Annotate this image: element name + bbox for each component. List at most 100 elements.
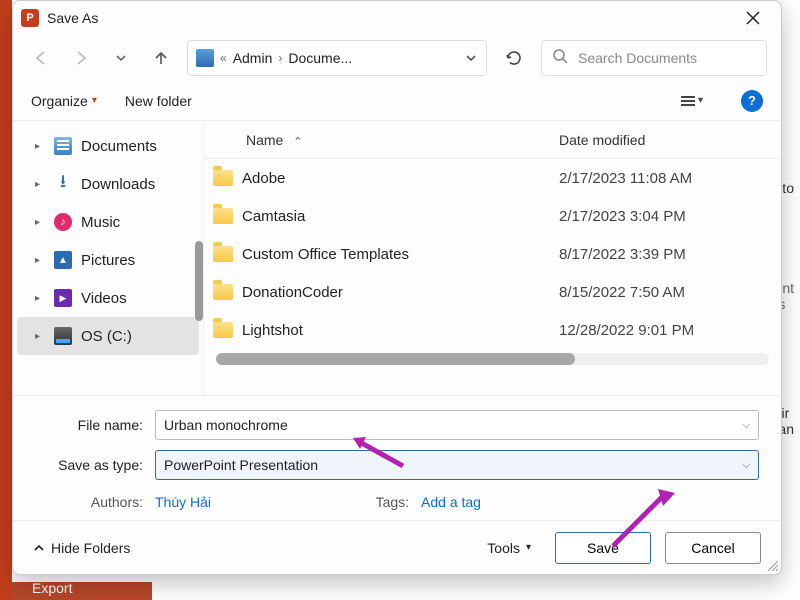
file-row[interactable]: Camtasia 2/17/2023 3:04 PM [204, 197, 781, 235]
close-button[interactable] [733, 3, 773, 33]
new-folder-button[interactable]: New folder [125, 93, 192, 109]
scrollbar-thumb[interactable] [216, 353, 575, 365]
resize-grip-icon[interactable] [766, 559, 778, 571]
sort-asc-icon: ⌃ [293, 136, 302, 148]
breadcrumb-segment[interactable]: Admin [233, 50, 273, 66]
sidebar-item-music[interactable]: ▸ ♪ Music [17, 203, 199, 241]
expand-caret-icon[interactable]: ▸ [35, 331, 45, 342]
arrow-left-icon [32, 49, 50, 67]
drive-icon [196, 49, 214, 67]
refresh-button[interactable] [499, 43, 529, 73]
hide-folders-label: Hide Folders [51, 540, 130, 556]
sidebar-item-downloads[interactable]: ▸ ⭳ Downloads [17, 165, 199, 203]
savetype-dropdown[interactable]: PowerPoint Presentation ⌵ [155, 450, 759, 480]
close-icon [746, 11, 760, 25]
caret-down-icon: ▾ [92, 95, 97, 106]
file-row[interactable]: Lightshot 12/28/2022 9:01 PM [204, 311, 781, 349]
help-button[interactable]: ? [741, 90, 763, 112]
app-sidebar-strip [0, 0, 12, 600]
powerpoint-icon: P [21, 9, 39, 27]
search-icon [552, 48, 568, 69]
main-area: ▸ Documents ▸ ⭳ Downloads ▸ ♪ Music ▸ ▲ … [13, 121, 781, 395]
folder-tree: ▸ Documents ▸ ⭳ Downloads ▸ ♪ Music ▸ ▲ … [13, 121, 203, 395]
column-header-date[interactable]: Date modified [559, 132, 781, 148]
filename-input[interactable]: Urban monochrome ⌵ [155, 410, 759, 440]
recent-button[interactable] [107, 44, 135, 72]
music-icon: ♪ [54, 213, 72, 231]
breadcrumb-segment[interactable]: Docume... [288, 50, 352, 66]
up-button[interactable] [147, 44, 175, 72]
chevron-down-icon[interactable] [464, 51, 478, 65]
search-input[interactable] [576, 49, 756, 67]
chevron-up-icon [33, 542, 45, 554]
hide-folders-button[interactable]: Hide Folders [33, 540, 130, 556]
address-bar[interactable]: « Admin › Docume... [187, 40, 487, 76]
form-area: File name: Urban monochrome ⌵ Save as ty… [13, 395, 781, 520]
tools-menu[interactable]: Tools ▾ [487, 540, 531, 556]
arrow-up-icon [152, 49, 170, 67]
folder-icon [213, 284, 233, 300]
folder-icon [213, 208, 233, 224]
authors-value[interactable]: Thúy Hải [155, 494, 211, 510]
expand-caret-icon[interactable]: ▸ [35, 217, 45, 228]
sidebar-item-label: Videos [81, 290, 127, 307]
downloads-icon: ⭳ [53, 174, 73, 194]
button-row: Hide Folders Tools ▾ Save Cancel [13, 520, 781, 574]
refresh-icon [505, 49, 523, 67]
sidebar-scrollbar[interactable] [195, 241, 203, 321]
expand-caret-icon[interactable]: ▸ [35, 255, 45, 266]
sidebar-item-pictures[interactable]: ▸ ▲ Pictures [17, 241, 199, 279]
breadcrumb-chevron-icon: › [278, 51, 282, 65]
sidebar-item-label: OS (C:) [81, 328, 132, 345]
toolbar: Organize ▾ New folder ▾ ? [13, 81, 781, 121]
expand-caret-icon[interactable]: ▸ [35, 141, 45, 152]
filename-value: Urban monochrome [164, 417, 742, 433]
sidebar-item-documents[interactable]: ▸ Documents [17, 127, 199, 165]
sidebar-item-label: Pictures [81, 252, 135, 269]
bg-export-button[interactable]: Export [12, 582, 152, 600]
save-as-dialog: P Save As « Admin › Docume... [12, 0, 782, 575]
save-button[interactable]: Save [555, 532, 651, 564]
file-row[interactable]: Adobe 2/17/2023 11:08 AM [204, 159, 781, 197]
search-box[interactable] [541, 40, 767, 76]
breadcrumb-chevron-icon: « [220, 51, 227, 65]
tools-label: Tools [487, 540, 520, 556]
caret-down-icon: ▾ [526, 542, 531, 553]
savetype-value: PowerPoint Presentation [164, 457, 742, 473]
tags-value[interactable]: Add a tag [421, 494, 481, 510]
sidebar-item-os-drive[interactable]: ▸ OS (C:) [17, 317, 199, 355]
sidebar-item-label: Documents [81, 138, 157, 155]
videos-icon: ▶ [54, 289, 72, 307]
disk-icon [54, 327, 72, 345]
file-row[interactable]: Custom Office Templates 8/17/2022 3:39 P… [204, 235, 781, 273]
folder-icon [213, 246, 233, 262]
file-date: 2/17/2023 3:04 PM [559, 208, 781, 225]
dropdown-icon[interactable]: ⌵ [742, 460, 750, 471]
cancel-button[interactable]: Cancel [665, 532, 761, 564]
expand-caret-icon[interactable]: ▸ [35, 179, 45, 190]
titlebar: P Save As [13, 1, 781, 35]
horizontal-scrollbar[interactable] [216, 353, 769, 365]
arrow-right-icon [72, 49, 90, 67]
file-date: 8/15/2022 7:50 AM [559, 284, 781, 301]
back-button[interactable] [27, 44, 55, 72]
file-list-pane: Name ⌃ Date modified Adobe 2/17/2023 11:… [203, 121, 781, 395]
view-menu[interactable]: ▾ [681, 95, 703, 106]
file-date: 12/28/2022 9:01 PM [559, 322, 781, 339]
column-header-name[interactable]: Name ⌃ [204, 132, 559, 148]
folder-icon [213, 322, 233, 338]
authors-label: Authors: [35, 494, 155, 510]
filename-label: File name: [35, 417, 155, 433]
caret-down-icon: ▾ [698, 95, 703, 106]
column-label: Name [246, 132, 283, 148]
documents-icon [54, 137, 72, 155]
file-row[interactable]: DonationCoder 8/15/2022 7:50 AM [204, 273, 781, 311]
file-name: Camtasia [242, 208, 559, 225]
dropdown-icon[interactable]: ⌵ [742, 420, 750, 431]
file-name: Adobe [242, 170, 559, 187]
file-name: Lightshot [242, 322, 559, 339]
organize-menu[interactable]: Organize ▾ [31, 93, 97, 109]
sidebar-item-videos[interactable]: ▸ ▶ Videos [17, 279, 199, 317]
expand-caret-icon[interactable]: ▸ [35, 293, 45, 304]
forward-button[interactable] [67, 44, 95, 72]
